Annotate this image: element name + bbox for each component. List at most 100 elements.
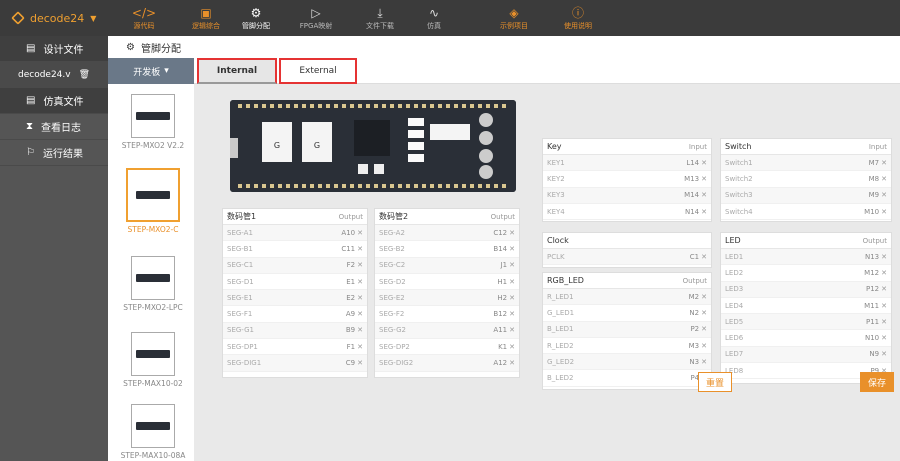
pin-row[interactable]: SEG-DP1 F1 ✕ xyxy=(223,339,367,356)
close-icon[interactable]: ✕ xyxy=(881,208,887,216)
pin-row[interactable]: SEG-A1 A10 ✕ xyxy=(223,225,367,242)
close-icon[interactable]: ✕ xyxy=(881,175,887,183)
board-card[interactable]: STEP-MXO2-LPC xyxy=(122,256,184,312)
close-icon[interactable]: ✕ xyxy=(881,285,887,293)
pin-row[interactable]: R_LED2 M3 ✕ xyxy=(543,338,711,355)
pin-row[interactable]: SEG-B1 C11 ✕ xyxy=(223,241,367,258)
close-icon[interactable]: ✕ xyxy=(881,269,887,277)
pin-row[interactable]: B_LED1 P2 ✕ xyxy=(543,321,711,338)
sidebar-item-sim-files[interactable]: ▤ 仿真文件 xyxy=(0,88,108,114)
pin-row[interactable]: SEG-D2 H1 ✕ xyxy=(375,274,519,291)
close-icon[interactable]: ✕ xyxy=(881,159,887,167)
pin-row[interactable]: B_LED2P4✕ xyxy=(543,370,711,387)
sidebar-item-view-log[interactable]: ⧗ 查看日志 xyxy=(0,114,108,140)
trash-icon[interactable]: 🗑 xyxy=(79,70,90,80)
pin-row[interactable]: SEG-DIG1 C9 ✕ xyxy=(223,355,367,372)
toolbar-examples[interactable]: ◈ 示例项目 xyxy=(484,0,544,36)
close-icon[interactable]: ✕ xyxy=(881,350,887,358)
close-icon[interactable]: ✕ xyxy=(881,191,887,199)
close-icon[interactable]: ✕ xyxy=(357,245,363,253)
toolbar-fpga-map[interactable]: ▷ FPGA映射 xyxy=(286,0,346,36)
toolbar-simulation[interactable]: ∿ 仿真 xyxy=(404,0,464,36)
close-icon[interactable]: ✕ xyxy=(357,310,363,318)
pin-row[interactable]: R_LED1 M2 ✕ xyxy=(543,289,711,306)
close-icon[interactable]: ✕ xyxy=(509,343,515,351)
pin-row[interactable]: SEG-C2 J1 ✕ xyxy=(375,257,519,274)
pin-row[interactable]: LED7 N9 ✕ xyxy=(721,346,891,364)
close-icon[interactable]: ✕ xyxy=(701,358,707,366)
pin-row[interactable]: KEY4 N14 ✕ xyxy=(543,204,711,221)
close-icon[interactable]: ✕ xyxy=(701,325,707,333)
close-icon[interactable]: ✕ xyxy=(509,245,515,253)
close-icon[interactable]: ✕ xyxy=(509,326,515,334)
reset-button[interactable]: 重置 xyxy=(698,372,732,392)
board-card[interactable]: STEP-MXO2 V2.2 xyxy=(122,94,184,150)
close-icon[interactable]: ✕ xyxy=(509,278,515,286)
pin-row[interactable]: LED4 M11 ✕ xyxy=(721,298,891,315)
pin-row[interactable]: Switch1 M7 ✕ xyxy=(721,155,891,172)
toolbar-download[interactable]: ⤓ 文件下载 xyxy=(350,0,410,36)
tab-external[interactable]: External xyxy=(279,58,357,84)
project-selector[interactable]: decode24 ▼ xyxy=(0,0,108,36)
close-icon[interactable]: ✕ xyxy=(701,208,707,216)
pin-row[interactable]: Switch4 M10 ✕ xyxy=(721,204,891,221)
sidebar-item-run-results[interactable]: ⚐ 运行结果 xyxy=(0,140,108,166)
close-icon[interactable]: ✕ xyxy=(881,334,887,342)
toolbar-pin-assign[interactable]: ⚙ 管脚分配 xyxy=(226,0,286,36)
close-icon[interactable]: ✕ xyxy=(701,159,707,167)
save-button[interactable]: 保存 xyxy=(860,372,894,392)
pin-row[interactable]: SEG-F2 B12 ✕ xyxy=(375,306,519,323)
close-icon[interactable]: ✕ xyxy=(357,229,363,237)
pin-row[interactable]: LED3 P12 ✕ xyxy=(721,281,891,298)
pin-row[interactable]: LED1 N13 ✕ xyxy=(721,249,891,266)
pin-row[interactable]: KEY2 M13 ✕ xyxy=(543,171,711,188)
close-icon[interactable]: ✕ xyxy=(509,261,515,269)
pin-row[interactable]: KEY3 M14 ✕ xyxy=(543,187,711,204)
pin-row[interactable]: LED5 P11 ✕ xyxy=(721,314,891,331)
pin-row[interactable]: SEG-A2 C12 ✕ xyxy=(375,225,519,242)
pin-row[interactable]: SEG-DIG2 A12 ✕ xyxy=(375,355,519,372)
close-icon[interactable]: ✕ xyxy=(357,326,363,334)
close-icon[interactable]: ✕ xyxy=(357,278,363,286)
board-card[interactable]: STEP-MAX10-08A xyxy=(121,404,185,460)
close-icon[interactable]: ✕ xyxy=(701,293,707,301)
tab-internal[interactable]: Internal xyxy=(197,58,277,84)
close-icon[interactable]: ✕ xyxy=(881,253,887,261)
pin-row[interactable]: G_LED1 N2 ✕ xyxy=(543,305,711,322)
pin-row[interactable]: SEG-G1 B9 ✕ xyxy=(223,322,367,340)
close-icon[interactable]: ✕ xyxy=(701,175,707,183)
pin-row[interactable]: LED6 N10 ✕ xyxy=(721,330,891,347)
pin-row[interactable]: Switch3 M9 ✕ xyxy=(721,187,891,204)
sidebar-file-decode24[interactable]: decode24.v 🗑 xyxy=(0,62,108,88)
close-icon[interactable]: ✕ xyxy=(357,359,363,367)
pin-row[interactable]: SEG-D1 E1 ✕ xyxy=(223,274,367,291)
pin-row[interactable]: SEG-DP2 K1 ✕ xyxy=(375,339,519,356)
close-icon[interactable]: ✕ xyxy=(701,253,707,261)
pin-row[interactable]: SEG-E2 H2 ✕ xyxy=(375,290,519,307)
close-icon[interactable]: ✕ xyxy=(701,191,707,199)
close-icon[interactable]: ✕ xyxy=(509,310,515,318)
close-icon[interactable]: ✕ xyxy=(357,294,363,302)
close-icon[interactable]: ✕ xyxy=(357,343,363,351)
close-icon[interactable]: ✕ xyxy=(881,302,887,310)
board-card-selected[interactable]: STEP-MXO2-C xyxy=(122,168,184,234)
close-icon[interactable]: ✕ xyxy=(509,359,515,367)
sidebar-item-design-files[interactable]: ▤ 设计文件 xyxy=(0,36,108,62)
board-card[interactable]: STEP-MAX10-02 xyxy=(122,332,184,388)
pin-row[interactable]: PCLK C1 ✕ xyxy=(543,249,711,266)
pin-row[interactable]: SEG-G2 A11 ✕ xyxy=(375,322,519,340)
pin-row[interactable]: SEG-B2 B14 ✕ xyxy=(375,241,519,258)
pin-row[interactable]: Switch2 M8 ✕ xyxy=(721,171,891,188)
toolbar-help[interactable]: ⓘ 使用说明 xyxy=(548,0,608,36)
pin-row[interactable]: LED2 M12 ✕ xyxy=(721,265,891,282)
pin-row[interactable]: SEG-F1 A9 ✕ xyxy=(223,306,367,323)
close-icon[interactable]: ✕ xyxy=(701,309,707,317)
close-icon[interactable]: ✕ xyxy=(357,261,363,269)
board-dropdown-button[interactable]: 开发板 ▾ xyxy=(108,58,194,84)
pin-row[interactable]: SEG-E1 E2 ✕ xyxy=(223,290,367,307)
pin-row[interactable]: G_LED2 N3 ✕ xyxy=(543,354,711,371)
pin-row[interactable]: KEY1 L14 ✕ xyxy=(543,155,711,172)
close-icon[interactable]: ✕ xyxy=(701,342,707,350)
pin-row[interactable]: SEG-C1 F2 ✕ xyxy=(223,257,367,274)
close-icon[interactable]: ✕ xyxy=(509,294,515,302)
